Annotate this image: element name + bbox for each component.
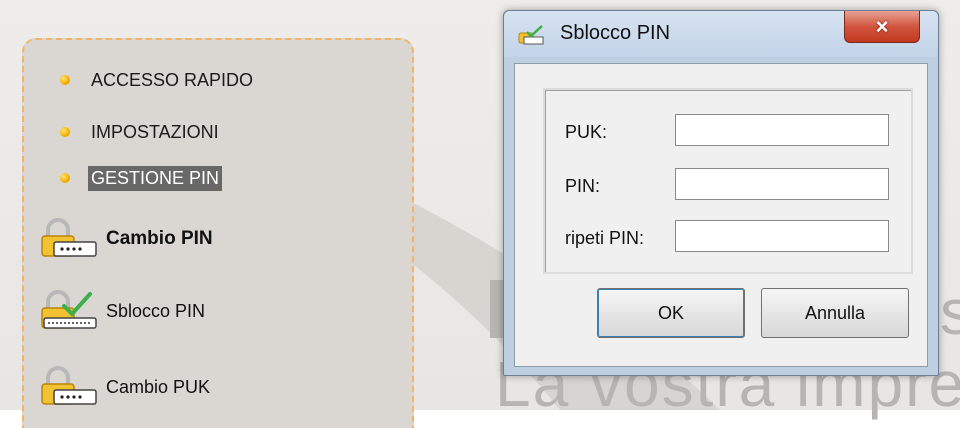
close-icon: × <box>875 13 889 39</box>
menu-item-label-selected: GESTIONE PIN <box>88 165 223 191</box>
padlock-check-icon <box>41 290 97 329</box>
dialog-body: PUK: PIN: ripeti PIN: OK Annulla <box>514 63 928 367</box>
padlock-check-icon <box>518 25 544 45</box>
menu-item-gestione-pin[interactable]: GESTIONE PIN <box>60 165 223 191</box>
repeat-pin-label: ripeti PIN: <box>565 228 645 248</box>
menu-item-label: IMPOSTAZIONI <box>91 121 219 142</box>
pin-fields-group: PUK: PIN: ripeti PIN: <box>543 88 913 274</box>
menu-item-accesso-rapido[interactable]: ACCESSO RAPIDO <box>60 68 256 92</box>
action-label: Sblocco PIN <box>106 300 206 321</box>
bullet-icon <box>60 127 70 137</box>
dialog-title: Sblocco PIN <box>560 22 671 44</box>
pin-label: PIN: <box>565 176 601 196</box>
watermark-fragment-left <box>490 280 504 338</box>
puk-field[interactable] <box>675 114 889 146</box>
navigation-panel: ACCESSO RAPIDO IMPOSTAZIONI GESTIONE PIN… <box>22 38 414 428</box>
menu-item-label: ACCESSO RAPIDO <box>91 69 254 90</box>
action-label: Cambio PIN <box>106 228 213 249</box>
cancel-button[interactable]: Annulla <box>761 288 909 338</box>
watermark-fragment-right: s <box>940 276 960 348</box>
action-label: Cambio PUK <box>106 376 211 397</box>
menu-item-impostazioni[interactable]: IMPOSTAZIONI <box>60 120 222 144</box>
bullet-icon <box>60 75 70 85</box>
padlock-key-icon <box>41 218 97 257</box>
padlock-key-icon <box>41 366 97 405</box>
pin-field[interactable] <box>675 168 889 200</box>
sblocco-pin-dialog: Sblocco PIN × PUK: PIN: ripeti PIN: OK A… <box>503 10 939 376</box>
puk-label: PUK: <box>565 122 608 142</box>
action-cambio-puk[interactable]: Cambio PUK <box>40 366 210 408</box>
action-cambio-pin[interactable]: Cambio PIN <box>40 218 213 260</box>
bullet-icon <box>60 173 70 183</box>
close-button[interactable]: × <box>844 11 920 43</box>
action-sblocco-pin[interactable]: Sblocco PIN <box>40 290 205 332</box>
ok-button[interactable]: OK <box>597 288 745 338</box>
repeat-pin-field[interactable] <box>675 220 889 252</box>
dialog-titlebar[interactable]: Sblocco PIN × <box>504 11 938 57</box>
